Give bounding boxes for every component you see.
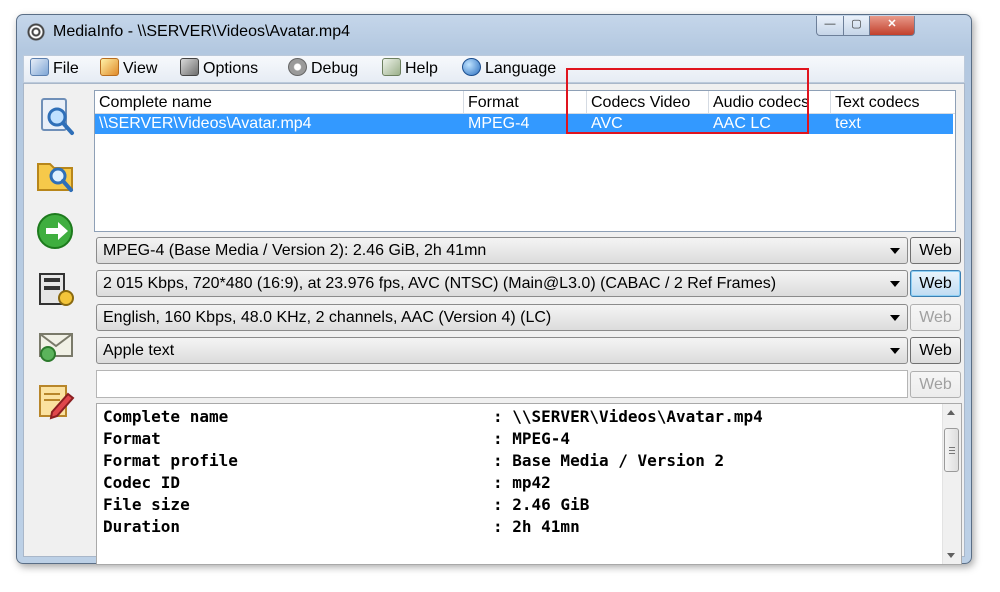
- grip-line: [949, 450, 955, 451]
- open-folder-icon[interactable]: [34, 154, 78, 196]
- edit-icon[interactable]: [34, 380, 78, 422]
- detail-field: Complete name: [103, 407, 229, 426]
- detail-line: Format profile : Base Media / Version 2: [103, 450, 724, 472]
- detail-line: Codec ID : mp42: [103, 472, 551, 494]
- text-stream-text: Apple text: [103, 342, 175, 359]
- general-stream-select[interactable]: MPEG-4 (Base Media / Version 2): 2.46 Gi…: [96, 237, 908, 264]
- menu-options[interactable]: Options: [180, 58, 258, 80]
- toolbar-sidebar: [24, 84, 92, 556]
- menu-options-label: Options: [203, 60, 259, 77]
- detail-field: Duration: [103, 517, 181, 536]
- detail-field: File size: [103, 495, 190, 514]
- detail-value: : 2.46 GiB: [493, 495, 590, 514]
- chevron-down-icon: [890, 281, 900, 287]
- debug-icon: [288, 58, 307, 76]
- title-bar[interactable]: MediaInfo - \\SERVER\Videos\Avatar.mp4 —…: [17, 15, 971, 49]
- detail-value: : mp42: [493, 473, 551, 492]
- next-arrow-icon[interactable]: [34, 210, 78, 252]
- menu-view[interactable]: View: [100, 58, 157, 80]
- detail-value: : \\SERVER\Videos\Avatar.mp4: [493, 407, 763, 426]
- scroll-up-icon[interactable]: [947, 410, 955, 415]
- chevron-down-icon: [890, 348, 900, 354]
- menu-language[interactable]: Language: [462, 58, 556, 80]
- menu-bar: File View Options Debug Help Language: [23, 55, 965, 83]
- menu-debug-label: Debug: [311, 60, 359, 77]
- detail-line: File size : 2.46 GiB: [103, 494, 589, 516]
- menu-view-label: View: [123, 60, 158, 77]
- scrollbar-thumb[interactable]: [944, 428, 959, 472]
- file-search-icon: [30, 58, 49, 76]
- main-panel: Complete name Format Codecs Video Audio …: [23, 83, 965, 565]
- detail-line: Duration : 2h 41mn: [103, 516, 580, 538]
- details-scrollbar[interactable]: [942, 404, 961, 564]
- menu-language-label: Language: [485, 60, 557, 77]
- email-icon[interactable]: [34, 324, 78, 366]
- detail-line: Format : MPEG-4: [103, 428, 570, 450]
- mediainfo-window: MediaInfo - \\SERVER\Videos\Avatar.mp4 —…: [16, 14, 972, 565]
- audio-stream-text: English, 160 Kbps, 48.0 KHz, 2 channels,…: [103, 309, 552, 326]
- minimize-button[interactable]: —: [816, 16, 844, 36]
- other-stream-field[interactable]: [96, 370, 908, 398]
- video-web-button[interactable]: Web: [910, 270, 961, 297]
- column-text-codecs[interactable]: Text codecs: [831, 91, 953, 113]
- detail-value: : Base Media / Version 2: [493, 451, 725, 470]
- video-stream-select[interactable]: 2 015 Kbps, 720*480 (16:9), at 23.976 fp…: [96, 270, 908, 297]
- text-web-button[interactable]: Web: [910, 337, 961, 364]
- export-icon[interactable]: [34, 268, 78, 310]
- cell-text-codecs: text: [835, 115, 861, 132]
- menu-file[interactable]: File: [30, 58, 79, 80]
- audio-stream-select[interactable]: English, 160 Kbps, 48.0 KHz, 2 channels,…: [96, 304, 908, 331]
- text-stream-select[interactable]: Apple text: [96, 337, 908, 364]
- chevron-down-icon: [890, 248, 900, 254]
- general-stream-text: MPEG-4 (Base Media / Version 2): 2.46 Gi…: [103, 242, 487, 259]
- window-title: MediaInfo - \\SERVER\Videos\Avatar.mp4: [53, 23, 351, 40]
- menu-help[interactable]: Help: [382, 58, 438, 80]
- menu-file-label: File: [53, 60, 79, 77]
- globe-icon: [462, 58, 481, 76]
- cell-complete-name: \\SERVER\Videos\Avatar.mp4: [99, 115, 312, 132]
- table-row[interactable]: \\SERVER\Videos\Avatar.mp4 MPEG-4 AVC AA…: [95, 114, 953, 134]
- detail-value: : 2h 41mn: [493, 517, 580, 536]
- general-web-button[interactable]: Web: [910, 237, 961, 264]
- help-icon: [382, 58, 401, 76]
- details-text-area[interactable]: Complete name : \\SERVER\Videos\Avatar.mp…: [96, 403, 962, 565]
- menu-help-label: Help: [405, 60, 438, 77]
- grip-line: [949, 447, 955, 448]
- file-list[interactable]: Complete name Format Codecs Video Audio …: [94, 90, 956, 232]
- close-button[interactable]: ✕: [869, 16, 915, 36]
- options-icon: [180, 58, 199, 76]
- view-icon: [100, 58, 119, 76]
- open-file-icon[interactable]: [34, 96, 78, 138]
- menu-debug[interactable]: Debug: [288, 58, 358, 80]
- maximize-button[interactable]: ▢: [843, 16, 870, 36]
- video-stream-text: 2 015 Kbps, 720*480 (16:9), at 23.976 fp…: [103, 275, 777, 292]
- detail-line: Complete name : \\SERVER\Videos\Avatar.mp…: [103, 406, 763, 428]
- audio-web-button[interactable]: Web: [910, 304, 961, 331]
- highlight-box: [566, 68, 809, 134]
- grip-line: [949, 453, 955, 454]
- other-web-button[interactable]: Web: [910, 371, 961, 398]
- detail-value: : MPEG-4: [493, 429, 571, 448]
- detail-field: Format: [103, 429, 161, 448]
- detail-field: Codec ID: [103, 473, 181, 492]
- list-header: Complete name Format Codecs Video Audio …: [95, 91, 955, 114]
- column-complete-name[interactable]: Complete name: [95, 91, 464, 113]
- chevron-down-icon: [890, 315, 900, 321]
- detail-field: Format profile: [103, 451, 238, 470]
- scroll-down-icon[interactable]: [947, 553, 955, 558]
- mediainfo-app-icon: [27, 23, 45, 41]
